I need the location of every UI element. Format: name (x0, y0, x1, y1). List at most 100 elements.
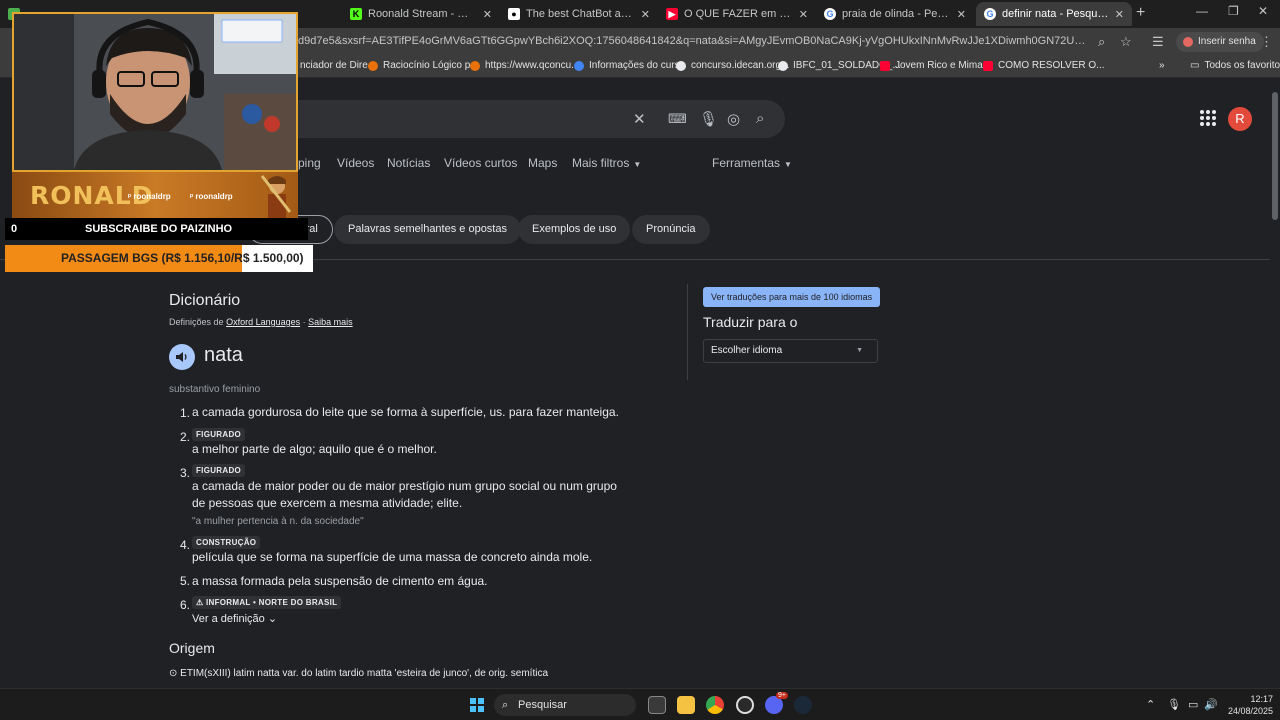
close-tab-icon[interactable]: ✕ (1115, 8, 1124, 21)
bookmark-star-icon[interactable]: ☆ (1120, 34, 1132, 50)
tab-kick[interactable]: K Roonald Stream - Watch Live o... ✕ (342, 2, 500, 26)
search-icon[interactable]: ⌕ (756, 110, 764, 127)
speaker-icon (176, 352, 187, 362)
file-explorer-icon[interactable] (677, 696, 695, 714)
language-select-label: Escolher idioma (711, 345, 783, 356)
tab-youtube[interactable]: ▶ O QUE FAZER em CAMPINA GR... ✕ (658, 2, 816, 26)
webcam-overlay (12, 12, 298, 172)
task-view-icon[interactable] (648, 696, 666, 714)
source-prefix: Definições de (169, 317, 224, 327)
bookmark-label: https://www.qconcu... (485, 60, 580, 71)
chip-pronunciation[interactable]: Pronúncia (632, 215, 710, 244)
windows-start-icon[interactable] (470, 698, 484, 712)
webcam-feed (14, 14, 296, 170)
tab-active-nata[interactable]: G definir nata - Pesquisa Google ✕ (976, 2, 1132, 26)
taskbar: ⌕ Pesquisar 9+ ⌃ 🎙 ▭ 🔊 12:17 24/08/2025 (0, 688, 1280, 720)
see-definition-label: Ver a definição (192, 613, 265, 625)
more-filters-button[interactable]: Mais filtros ▼ (572, 156, 641, 170)
see-definition-button[interactable]: Ver a definição ⌄ (192, 612, 277, 625)
all-bookmarks-button[interactable]: ▭ Todos os favoritos (1190, 60, 1280, 71)
bookmark-label: Raciocínio Lógico p... (383, 60, 479, 71)
taskbar-search[interactable]: ⌕ Pesquisar (494, 694, 636, 716)
tab-news[interactable]: Notícias (387, 156, 430, 170)
close-tab-icon[interactable]: ✕ (483, 8, 492, 21)
page-scrollbar[interactable] (1270, 82, 1280, 688)
definition-text: película que se forma na superfície de u… (192, 550, 593, 564)
tab-olinda[interactable]: G praia de olinda - Pesquisa Goo... ✕ (816, 2, 974, 26)
close-tab-icon[interactable]: ✕ (957, 8, 966, 21)
camera-lens-icon[interactable]: ◎ (727, 110, 740, 128)
tab-videos[interactable]: Vídeos (337, 156, 374, 170)
chip-usage-examples[interactable]: Exemplos de uso (518, 215, 631, 244)
language-select[interactable]: Escolher idioma ▼ (703, 339, 878, 363)
search-icon: ⌕ (502, 699, 509, 711)
more-bookmarks-icon[interactable]: » (1159, 60, 1165, 71)
close-tab-icon[interactable]: ✕ (799, 8, 808, 21)
tab-maps[interactable]: Maps (528, 156, 557, 170)
definition-text: a melhor parte de algo; aquilo que é o m… (192, 442, 437, 456)
new-tab-button[interactable]: + (1136, 4, 1145, 22)
google-icon: G (984, 8, 996, 20)
part-of-speech: substantivo feminino (169, 384, 261, 395)
tab-chatbot[interactable]: ● The best ChatBot and Widgets ✕ (500, 2, 658, 26)
bookmark-item[interactable]: nciador de Dire... (300, 60, 376, 71)
menu-dots-icon[interactable]: ⋮ (1260, 34, 1273, 50)
origin-text: ⊙ ETIM(sXIII) latim natta var. do latim … (169, 668, 549, 679)
tab-short-videos[interactable]: Vídeos curtos (444, 156, 517, 170)
obs-icon[interactable] (736, 696, 754, 714)
google-apps-icon[interactable] (1200, 110, 1216, 126)
pronounce-button[interactable] (169, 344, 195, 370)
network-icon[interactable]: ▭ (1188, 698, 1198, 711)
search-input[interactable]: ✕ ⌨ 🎙 ◎ ⌕ (240, 100, 785, 138)
tray-chevron-up-icon[interactable]: ⌃ (1146, 698, 1155, 711)
microphone-icon[interactable]: 🎙 (699, 110, 718, 128)
learn-more-link[interactable]: Saiba mais (308, 317, 353, 327)
bookmark-item[interactable]: https://www.qconcu... (470, 60, 580, 71)
clock-time: 12:17 (1250, 694, 1274, 704)
bookmark-item[interactable]: Informações do curso (574, 60, 685, 71)
social-handle: ᵖ roonaldrp (128, 192, 171, 201)
definition-text: a massa formada pela suspensão de ciment… (192, 574, 488, 588)
dictionary-title: Dicionário (169, 292, 241, 309)
translations-button[interactable]: Ver traduções para mais de 100 idiomas (703, 287, 881, 307)
maximize-icon[interactable]: ❐ (1228, 4, 1239, 18)
volume-icon[interactable]: 🔊 (1204, 698, 1218, 711)
tools-button[interactable]: Ferramentas ▼ (712, 156, 792, 170)
scrollbar-thumb[interactable] (1272, 92, 1278, 220)
definition-number: 5. (180, 574, 191, 588)
bookmark-item[interactable]: concurso.idecan.org... (676, 60, 789, 71)
clock[interactable]: 12:17 24/08/2025 (1228, 693, 1273, 717)
tab-title: Roonald Stream - Watch Live o... (368, 8, 477, 20)
chrome-icon[interactable] (706, 696, 724, 714)
close-tab-icon[interactable]: ✕ (641, 8, 650, 21)
bookmark-label: COMO RESOLVER O... (998, 60, 1105, 71)
minimize-icon[interactable]: — (1196, 4, 1208, 18)
reading-list-icon[interactable]: ☰ (1152, 34, 1164, 50)
definition-text: a camada de maior poder ou de maior pres… (192, 479, 617, 493)
close-window-icon[interactable]: ✕ (1258, 4, 1268, 18)
bookmark-item[interactable]: Jovem Rico e Mima... (880, 60, 991, 71)
avatar[interactable]: R (1228, 107, 1252, 131)
oxford-link[interactable]: Oxford Languages (226, 317, 300, 327)
handle-label: roonaldrp (195, 192, 233, 201)
tab-title: The best ChatBot and Widgets (526, 8, 635, 20)
chip-synonyms[interactable]: Palavras semelhantes e opostas (334, 215, 521, 244)
translate-title: Traduzir para o (703, 314, 798, 330)
youtube-icon (880, 60, 890, 71)
steam-icon[interactable] (794, 696, 812, 714)
bookmark-item[interactable]: Raciocínio Lógico p... (368, 60, 479, 71)
zoom-search-icon[interactable]: ⌕ (1098, 34, 1105, 50)
tab-title: definir nata - Pesquisa Google (1002, 8, 1109, 20)
bookmark-item[interactable]: COMO RESOLVER O... (983, 60, 1105, 71)
tab-title: praia de olinda - Pesquisa Goo... (842, 8, 951, 20)
clear-icon[interactable]: ✕ (633, 110, 646, 128)
tab-shopping[interactable]: ping (298, 156, 321, 170)
microphone-icon[interactable]: 🎙 (1167, 698, 1181, 711)
keyboard-icon[interactable]: ⌨ (668, 111, 687, 127)
tools-label: Ferramentas (712, 156, 781, 170)
clock-date: 24/08/2025 (1228, 706, 1274, 716)
goal-label: PASSAGEM BGS (R$ 1.156,10/R$ 1.500,00) (61, 251, 304, 265)
insert-password-button[interactable]: Inserir senha (1176, 32, 1264, 52)
bookmark-label: Informações do curso (589, 60, 686, 71)
address-bar-url[interactable]: d9d7e5&sxsrf=AE3TifPE4oGrMV6aGTt6GGpwYBc… (298, 35, 1090, 47)
